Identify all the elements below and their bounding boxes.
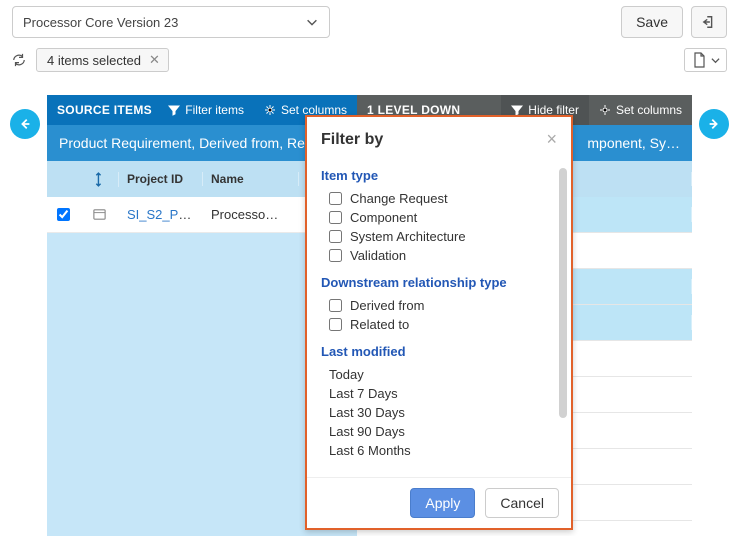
page-icon [691,52,707,68]
arrow-left-icon [18,117,32,131]
nav-right-button[interactable] [699,109,729,139]
product-select-value: Processor Core Version 23 [23,15,178,30]
filter-items-button[interactable]: Filter items [158,95,254,125]
rel-type-checkbox[interactable] [329,299,342,312]
rel-type-option[interactable]: Related to [321,315,551,334]
item-type-option[interactable]: Component [321,208,551,227]
item-type-checkbox[interactable] [329,230,342,243]
rel-type-option[interactable]: Derived from [321,296,551,315]
export-button[interactable] [684,48,727,72]
product-select[interactable]: Processor Core Version 23 [12,6,330,38]
sort-icon[interactable] [92,172,107,187]
last-modified-option[interactable]: Last 6 Months [321,441,551,460]
caret-down-icon [711,56,720,65]
row-name: Processo… [211,207,278,222]
apply-button[interactable]: Apply [410,488,475,518]
right-sub-header: mponent, Sy… [587,135,680,151]
last-modified-option[interactable]: Last 90 Days [321,422,551,441]
cancel-button[interactable]: Cancel [485,488,559,518]
filter-popup: Filter by × Item type Change RequestComp… [305,115,573,530]
clear-selection-icon[interactable]: ✕ [149,52,160,68]
item-type-option[interactable]: Validation [321,246,551,265]
row-project-id: SI_S2_P-… [127,207,196,222]
group-rel-type: Downstream relationship type [321,275,551,290]
set-columns-right-label: Set columns [616,103,682,117]
save-label: Save [636,14,668,30]
rel-type-checkbox[interactable] [329,318,342,331]
item-type-option[interactable]: System Architecture [321,227,551,246]
chevron-down-icon [305,15,319,29]
gear-icon [599,104,611,116]
nav-left-button[interactable] [10,109,40,139]
source-items-title: SOURCE ITEMS [57,103,152,117]
group-last-modified: Last modified [321,344,551,359]
refresh-icon[interactable] [12,53,26,67]
col-name[interactable]: Name [203,172,299,186]
group-item-type: Item type [321,168,551,183]
filter-items-label: Filter items [185,103,244,117]
gear-icon [264,104,276,116]
save-button[interactable]: Save [621,6,683,38]
popup-scrollbar[interactable] [559,168,567,418]
item-type-checkbox[interactable] [329,249,342,262]
item-type-option[interactable]: Change Request [321,189,551,208]
last-modified-option[interactable]: Last 7 Days [321,384,551,403]
item-type-icon [92,207,107,222]
selection-tag-text: 4 items selected [47,53,141,68]
exit-icon [702,15,716,29]
selection-tag: 4 items selected ✕ [36,48,169,72]
item-type-checkbox[interactable] [329,211,342,224]
close-icon[interactable]: × [546,129,557,150]
last-modified-option[interactable]: Today [321,365,551,384]
set-columns-right-button[interactable]: Set columns [589,95,692,125]
filter-popup-title: Filter by [321,131,383,149]
exit-button[interactable] [691,6,727,38]
filter-icon [168,104,180,116]
col-project-id[interactable]: Project ID [119,172,203,186]
last-modified-option[interactable]: Last 30 Days [321,403,551,422]
item-type-checkbox[interactable] [329,192,342,205]
arrow-right-icon [707,117,721,131]
row-checkbox[interactable] [57,208,70,221]
